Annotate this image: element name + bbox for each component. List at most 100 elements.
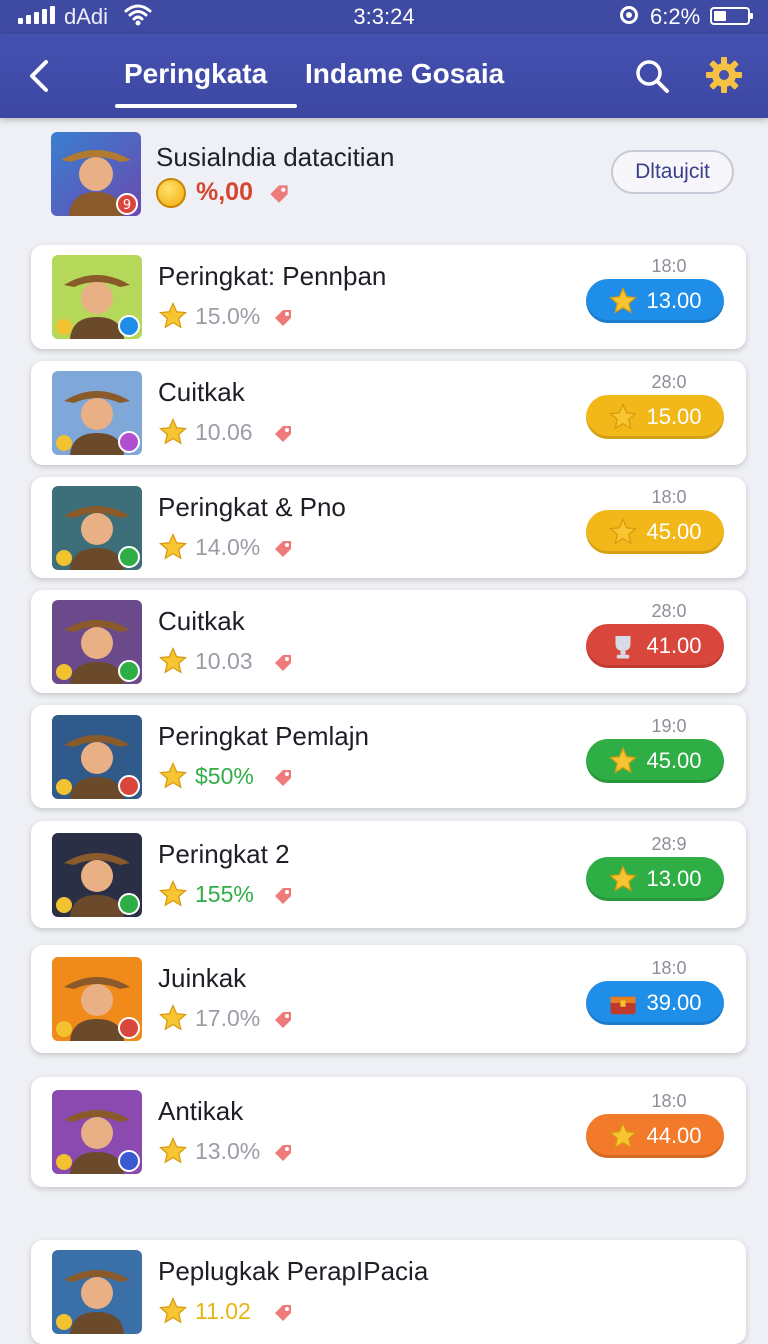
item-name: Peringkat Pemlajn: [158, 721, 369, 751]
avatar: [52, 833, 142, 917]
price-label: 13.00: [646, 288, 702, 313]
tag-icon: [275, 1145, 291, 1161]
star-icon: [609, 746, 638, 774]
star-icon: [609, 1121, 638, 1149]
tag-icon: [275, 1305, 291, 1321]
price-label: 13.00: [646, 866, 702, 891]
coin-icon: [156, 178, 186, 208]
item-count: 18:0: [651, 487, 687, 507]
price-button[interactable]: 41.00: [586, 624, 724, 668]
tag-icon: [275, 655, 291, 671]
tab-indame-gosaia[interactable]: Indame Gosaia: [305, 58, 504, 90]
gear-icon[interactable]: [704, 54, 744, 96]
avatar: [52, 1250, 142, 1334]
record-icon: [620, 6, 638, 24]
star-icon: [158, 301, 188, 329]
price-label: 41.00: [646, 633, 702, 658]
item-name: Peringkat: Pennþan: [158, 261, 387, 291]
item-name: Cuitkak: [158, 606, 245, 636]
avatar: [52, 1090, 142, 1174]
tag-icon: [275, 1012, 291, 1028]
price-button[interactable]: 15.00: [586, 395, 724, 439]
star-icon: [158, 532, 188, 560]
search-icon[interactable]: [632, 56, 672, 96]
star-icon: [158, 646, 188, 674]
item-name: Peringkat 2: [158, 839, 290, 869]
featured-amount: %,00: [196, 178, 253, 206]
list-item[interactable]: Cuitkak 10.06 28:0 15.00: [31, 361, 746, 465]
battery-icon: [710, 7, 753, 25]
avatar: [52, 486, 142, 570]
item-percent: 155%: [195, 881, 254, 907]
tab-peringkata[interactable]: Peringkata: [124, 58, 267, 90]
star-icon: [158, 761, 188, 789]
item-count: 28:9: [651, 834, 687, 854]
price-button[interactable]: 13.00: [586, 857, 724, 901]
star-icon: [609, 402, 638, 430]
item-count: 18:0: [651, 1091, 687, 1111]
status-bar: dAdi 3:3:24 6:2%: [0, 0, 768, 34]
price-button[interactable]: 45.00: [586, 510, 724, 554]
avatar: [52, 957, 142, 1041]
item-name: Antikak: [158, 1096, 244, 1126]
item-name: Peringkat & Pno: [158, 492, 346, 522]
item-name: Juinkak: [158, 963, 247, 993]
item-percent: 11.02: [195, 1298, 251, 1324]
app-bar: Peringkata Indame Gosaia: [0, 34, 768, 118]
avatar: 9: [51, 132, 141, 216]
price-label: 39.00: [646, 990, 702, 1015]
item-percent: $50%: [195, 763, 254, 789]
star-icon: [158, 1003, 188, 1031]
star-icon: [609, 517, 638, 545]
list-item[interactable]: Peringkat & Pno 14.0% 18:0 45.00: [31, 477, 746, 578]
item-percent: 17.0%: [195, 1005, 261, 1031]
chest-icon: [610, 996, 636, 1015]
featured-name: Susialndia datacitian: [156, 142, 395, 172]
item-count: 28:0: [651, 601, 687, 621]
active-tab-indicator: [115, 104, 297, 108]
item-percent: 14.0%: [195, 534, 261, 560]
list-item[interactable]: Cuitkak 10.03 28:0 41.00: [31, 590, 746, 693]
item-name: Cuitkak: [158, 377, 245, 407]
avatar: [52, 371, 142, 455]
list-item[interactable]: Peringkat 2 155% 28:9 13.00: [31, 821, 746, 928]
item-count: 18:0: [651, 958, 687, 978]
tag-icon: [275, 888, 291, 904]
list-item[interactable]: Peringkat: Pennþan 15.0% 18:0 13.00: [31, 245, 746, 349]
back-arrow-icon[interactable]: [20, 54, 60, 98]
svg-text:9: 9: [123, 198, 131, 213]
star-icon: [609, 864, 638, 892]
avatar: [52, 715, 142, 799]
price-button[interactable]: 39.00: [586, 981, 724, 1025]
star-icon: [158, 1136, 188, 1164]
avatar: [52, 600, 142, 684]
price-button[interactable]: 44.00: [586, 1114, 724, 1158]
item-name: Peplugkak PerapIPacia: [158, 1256, 429, 1286]
list-item[interactable]: Juinkak 17.0% 18:0 39.00: [31, 945, 746, 1053]
item-percent: 10.03: [195, 648, 253, 674]
tag-icon: [275, 541, 291, 557]
star-icon: [158, 1296, 188, 1324]
item-count: 18:0: [651, 256, 687, 276]
price-label: 15.00: [646, 404, 702, 429]
star-icon: [158, 879, 188, 907]
item-count: 19:0: [651, 716, 687, 736]
battery-percent: 6:2%: [650, 4, 701, 29]
price-button[interactable]: 13.00: [586, 279, 724, 323]
item-count: 28:0: [651, 372, 687, 392]
item-percent: 10.06: [195, 419, 253, 445]
featured-player[interactable]: 9 Susialndia datacitian %,00 Dltaujcit: [0, 118, 768, 233]
featured-action-button[interactable]: Dltaujcit: [611, 150, 734, 194]
cup-icon: [615, 636, 631, 659]
item-percent: 15.0%: [195, 303, 261, 329]
list-item[interactable]: Antikak 13.0% 18:0 44.00: [31, 1077, 746, 1187]
star-icon: [158, 417, 188, 445]
item-percent: 13.0%: [195, 1138, 261, 1164]
tag-icon: [275, 310, 291, 326]
price-button[interactable]: 45.00: [586, 739, 724, 783]
star-icon: [609, 286, 638, 314]
price-label: 45.00: [646, 519, 702, 544]
price-label: 45.00: [646, 748, 702, 773]
list-item[interactable]: Peplugkak PerapIPacia 11.02: [31, 1240, 746, 1344]
list-item[interactable]: Peringkat Pemlajn $50% 19:0 45.00: [31, 705, 746, 808]
